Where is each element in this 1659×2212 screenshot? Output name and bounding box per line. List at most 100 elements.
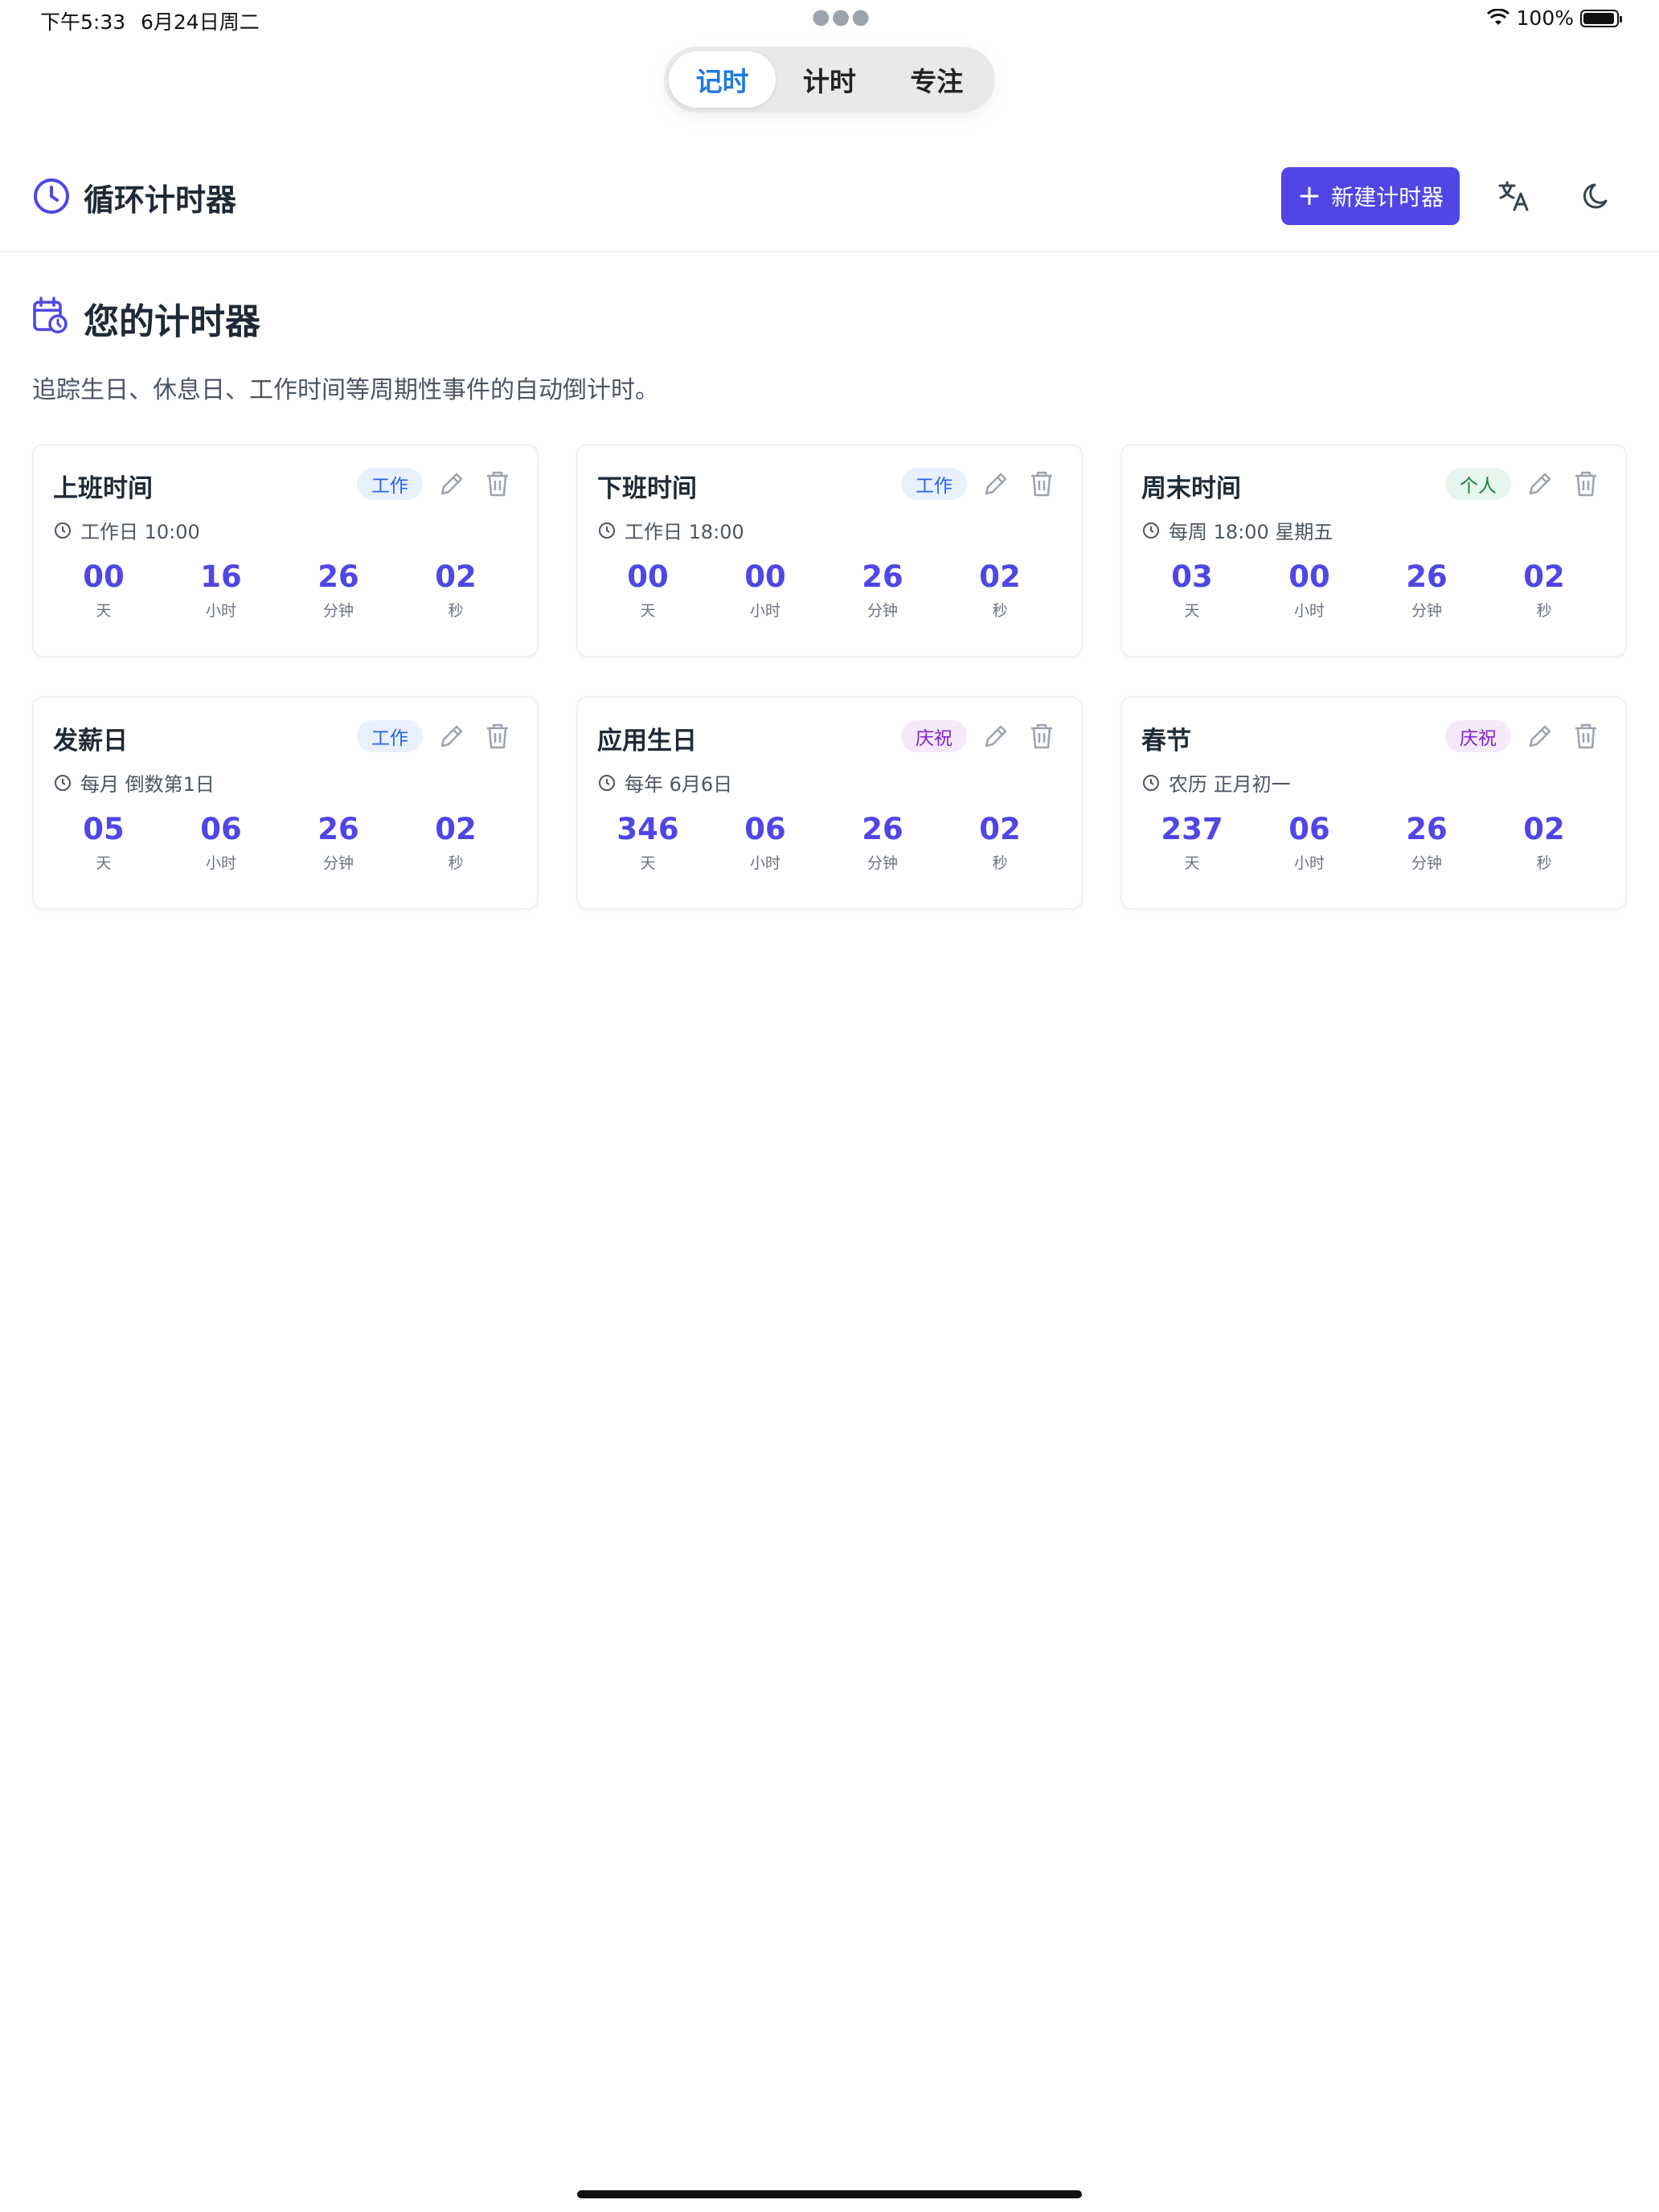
timer-schedule: 每周 18:00 星期五 [1141,516,1333,544]
trash-icon[interactable] [1572,469,1600,498]
timer-schedule-text: 工作日 10:00 [80,521,200,543]
pencil-icon[interactable] [437,469,466,498]
minutes-label: 分钟 [1411,601,1442,620]
moon-icon [1583,183,1608,209]
days-label: 天 [640,854,656,872]
days-value: 03 [1171,559,1213,594]
timer-name: 上班时间 [53,474,153,503]
status-bar: 下午5:33 6月24日周二 ●●● 100% [0,0,1659,39]
timer-schedule-text: 每月 倒数第1日 [80,773,215,796]
timer-card[interactable]: 下班时间 工作 工作日 18:00 00 天 00 小时 26 分钟 02 秒 [576,444,1083,657]
plus-icon: + [1296,179,1322,212]
timer-name: 发薪日 [53,727,128,756]
seconds-label: 秒 [1536,854,1552,872]
timer-card[interactable]: 上班时间 工作 工作日 10:00 00 天 16 小时 26 分钟 02 秒 [32,444,539,657]
minutes-label: 分钟 [1411,854,1442,872]
seconds-value: 02 [1523,559,1565,594]
days-value: 00 [627,559,669,594]
timer-name: 下班时间 [597,474,697,503]
tab-focus[interactable]: 专注 [883,51,990,108]
hours-label: 小时 [1293,601,1325,620]
new-timer-button[interactable]: + 新建计时器 [1281,167,1460,225]
app-header: 循环计时器 + 新建计时器 [0,153,1659,252]
timer-tag: 个人 [1445,468,1511,500]
minutes-value: 26 [862,812,903,846]
pencil-icon[interactable] [1526,469,1555,498]
hours-value: 16 [200,559,242,594]
countdown: 03 天 00 小时 26 分钟 02 秒 [1122,559,1625,621]
hours-label: 小时 [749,601,780,620]
new-timer-label: 新建计时器 [1331,184,1444,211]
pencil-icon[interactable] [981,722,1010,751]
timer-card[interactable]: 春节 庆祝 农历 正月初一 237 天 06 小时 26 分钟 02 秒 [1120,696,1627,910]
clock-small-icon [55,774,71,791]
translate-button[interactable] [1492,174,1537,219]
trash-icon[interactable] [484,469,511,498]
hours-value: 00 [744,559,786,594]
seconds-label: 秒 [448,601,464,620]
minutes-value: 26 [317,559,359,594]
battery-icon [1580,9,1622,27]
timer-card[interactable]: 发薪日 工作 每月 倒数第1日 05 天 06 小时 26 分钟 02 秒 [32,696,539,910]
wifi-icon [1486,8,1509,25]
clock-icon [34,178,69,214]
pencil-icon[interactable] [1526,722,1555,751]
minutes-value: 26 [1406,812,1448,846]
countdown: 00 天 16 小时 26 分钟 02 秒 [34,559,537,621]
days-value: 05 [83,812,125,846]
countdown: 05 天 06 小时 26 分钟 02 秒 [34,813,537,873]
hours-label: 小时 [205,601,236,620]
pencil-icon[interactable] [981,469,1010,498]
hours-label: 小时 [205,854,236,872]
seconds-value: 02 [979,812,1021,846]
trash-icon[interactable] [1028,722,1055,751]
timer-schedule-text: 每周 18:00 星期五 [1169,521,1333,543]
seconds-value: 02 [435,559,477,594]
days-value: 346 [616,812,679,846]
clock-small-icon [1143,522,1159,539]
timer-schedule: 工作日 18:00 [597,516,744,544]
timer-schedule: 工作日 10:00 [53,516,200,544]
seconds-label: 秒 [1536,601,1552,620]
timer-tag: 工作 [357,720,423,752]
minutes-label: 分钟 [322,601,354,620]
countdown: 00 天 00 小时 26 分钟 02 秒 [578,559,1081,621]
days-label: 天 [1184,854,1200,872]
timer-card[interactable]: 周末时间 个人 每周 18:00 星期五 03 天 00 小时 26 分钟 02 秒 [1120,444,1627,657]
clock-small-icon [55,522,71,539]
seconds-value: 02 [1523,812,1565,846]
timer-schedule: 每年 6月6日 [597,768,732,797]
days-value: 237 [1161,812,1223,846]
status-date: 6月24日周二 [141,10,260,34]
tab-record[interactable]: 记时 [669,51,776,108]
multitasking-dots-icon[interactable]: ●●● [812,5,871,29]
seconds-value: 02 [979,559,1021,594]
days-label: 天 [1184,601,1200,620]
timer-card[interactable]: 应用生日 庆祝 每年 6月6日 346 天 06 小时 26 分钟 02 秒 [576,696,1083,910]
tab-timer[interactable]: 计时 [776,51,883,108]
trash-icon[interactable] [1028,469,1055,498]
minutes-value: 26 [317,812,359,846]
days-value: 00 [83,559,125,594]
minutes-label: 分钟 [866,601,898,620]
home-indicator[interactable] [577,2190,1082,2198]
hours-label: 小时 [749,854,780,872]
seconds-label: 秒 [448,854,464,872]
days-label: 天 [96,854,112,872]
trash-icon[interactable] [1572,722,1600,751]
days-label: 天 [640,601,656,620]
app-title: 循环计时器 [84,182,237,218]
countdown: 346 天 06 小时 26 分钟 02 秒 [578,813,1081,873]
timer-name: 春节 [1141,727,1191,756]
dark-mode-button[interactable] [1575,174,1620,219]
countdown: 237 天 06 小时 26 分钟 02 秒 [1122,813,1625,873]
timer-name: 周末时间 [1141,474,1241,503]
seconds-value: 02 [435,812,477,846]
section-description: 追踪生日、休息日、工作时间等周期性事件的自动倒计时。 [32,376,659,404]
trash-icon[interactable] [484,722,511,751]
timer-schedule-text: 每年 6月6日 [625,773,733,796]
timer-name: 应用生日 [597,727,697,756]
pencil-icon[interactable] [437,722,466,751]
days-label: 天 [96,601,112,620]
timer-schedule: 每月 倒数第1日 [53,768,215,797]
